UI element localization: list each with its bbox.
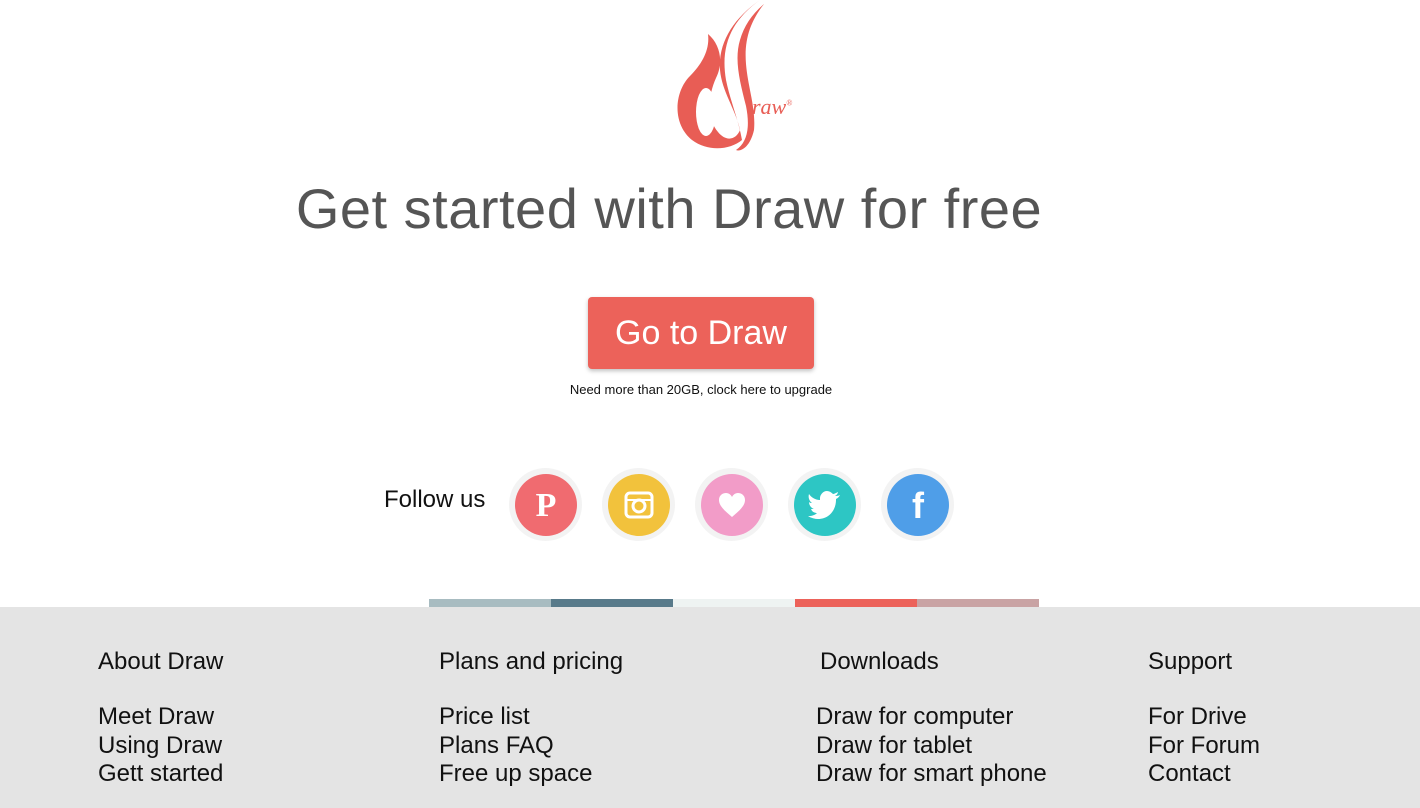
footer-link[interactable]: Draw for smart phone	[816, 760, 1047, 787]
color-segment	[795, 599, 917, 607]
registered-mark: ®	[786, 98, 793, 108]
footer-heading: Plans and pricing	[439, 648, 624, 675]
footer-heading: Support	[1148, 648, 1233, 675]
footer-link[interactable]: Using Draw	[98, 732, 222, 759]
footer-link[interactable]: Price list	[439, 703, 530, 730]
color-segment	[673, 599, 795, 607]
footer-column-downloads: Downloads Draw for computer Draw for tab…	[816, 647, 1047, 789]
instagram-icon	[607, 473, 670, 536]
heart-icon	[700, 473, 763, 536]
svg-text:f: f	[912, 488, 925, 522]
footer-link[interactable]: For Drive	[1148, 703, 1247, 730]
color-segment	[551, 599, 673, 607]
flame-logo-icon	[677, 0, 764, 151]
go-to-draw-button[interactable]: Go to Draw	[588, 297, 814, 369]
footer-heading: About Draw	[98, 648, 224, 675]
pinterest-icon: P	[514, 473, 577, 536]
footer-link[interactable]: Draw for computer	[816, 703, 1013, 730]
upgrade-link[interactable]: Need more than 20GB, clock here to upgra…	[500, 382, 902, 397]
page-title: Get started with Draw for free	[295, 177, 1043, 240]
color-segment	[917, 599, 1039, 607]
follow-us-label: Follow us	[384, 486, 486, 513]
footer-heading: Downloads	[820, 648, 939, 675]
favorites-link[interactable]	[695, 468, 768, 541]
svg-text:P: P	[535, 488, 556, 522]
footer-link[interactable]: Free up space	[439, 760, 592, 787]
logo-wordmark: raw®	[752, 94, 792, 120]
facebook-link[interactable]: f	[881, 468, 954, 541]
footer-column-support: Support For Drive For Forum Contact	[1148, 647, 1260, 789]
footer-link[interactable]: For Forum	[1148, 732, 1260, 759]
footer-link[interactable]: Contact	[1148, 760, 1231, 787]
draw-logo[interactable]	[660, 0, 810, 156]
instagram-link[interactable]	[602, 468, 675, 541]
footer: About Draw Meet Draw Using Draw Gett sta…	[0, 607, 1420, 808]
color-divider	[429, 599, 1039, 607]
pinterest-link[interactable]: P	[509, 468, 582, 541]
facebook-icon: f	[886, 473, 949, 536]
footer-link[interactable]: Draw for tablet	[816, 732, 972, 759]
footer-column-about: About Draw Meet Draw Using Draw Gett sta…	[98, 647, 223, 789]
footer-link[interactable]: Plans FAQ	[439, 732, 554, 759]
twitter-icon	[793, 473, 856, 536]
footer-column-plans: Plans and pricing Price list Plans FAQ F…	[439, 647, 623, 789]
color-segment	[429, 599, 551, 607]
social-links: P f	[509, 468, 954, 541]
twitter-link[interactable]	[788, 468, 861, 541]
footer-link[interactable]: Gett started	[98, 760, 223, 787]
logo-text: raw	[752, 94, 787, 119]
footer-link[interactable]: Meet Draw	[98, 703, 214, 730]
